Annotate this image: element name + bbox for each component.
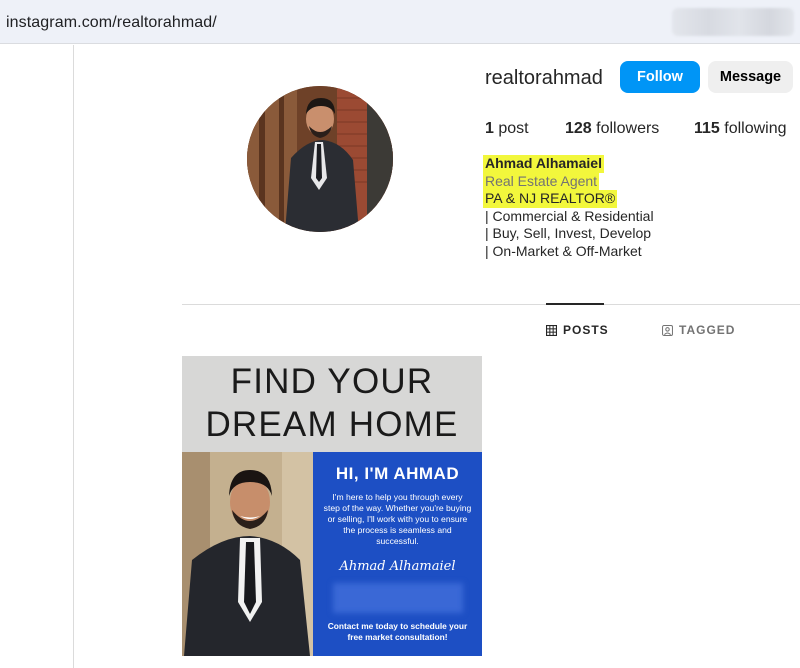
post-photo — [182, 452, 313, 656]
post-headline-line1: FIND YOUR — [230, 362, 434, 401]
profile-username: realtorahmad — [485, 67, 603, 89]
followers-label: followers — [596, 120, 660, 137]
bio-line: | On-Market & Off-Market — [485, 242, 642, 259]
posts-count-stat: 1 post — [485, 120, 529, 138]
blurred-toolbar-icons — [672, 8, 794, 36]
following-count: 115 — [694, 120, 720, 137]
following-stat[interactable]: 115 following — [694, 120, 787, 138]
post-body-text: I'm here to help you through every step … — [323, 492, 472, 546]
grid-icon — [546, 324, 557, 336]
sidebar — [0, 45, 74, 668]
profile-category: Real Estate Agent — [483, 172, 600, 191]
bio-line: | Commercial & Residential — [485, 207, 654, 224]
avatar-photo — [247, 86, 393, 232]
profile-full-name: Ahmad Alhamaiel — [483, 155, 604, 173]
bio-line: | Buy, Sell, Invest, Develop — [485, 225, 652, 242]
posts-label: post — [498, 120, 529, 137]
tabs-divider — [182, 304, 800, 305]
agent-photo — [182, 452, 313, 656]
followers-count: 128 — [565, 120, 592, 137]
post-headline-band: FIND YOUR DREAM HOME — [182, 356, 482, 452]
message-button[interactable]: Message — [708, 61, 793, 93]
bio-line: PA & NJ REALTOR® — [483, 190, 618, 208]
following-label: following — [724, 120, 787, 137]
post-greeting: HI, I'M AHMAD — [335, 464, 460, 483]
post-cta-text: Contact me today to schedule your free m… — [327, 621, 468, 642]
blurred-contact-info — [332, 583, 463, 613]
avatar[interactable] — [247, 86, 393, 232]
posts-count: 1 — [485, 120, 494, 137]
tab-tagged-label: TAGGED — [679, 323, 736, 337]
profile-bio: Ahmad Alhamaiel Real Estate Agent PA & N… — [483, 155, 654, 261]
post-info-panel: HI, I'M AHMAD I'm here to help you throu… — [313, 452, 482, 656]
post-headline-line2: DREAM HOME — [205, 405, 459, 444]
followers-stat[interactable]: 128 followers — [565, 120, 659, 138]
tab-posts[interactable]: POSTS — [546, 323, 609, 337]
tab-tagged[interactable]: TAGGED — [662, 323, 735, 337]
url-text[interactable]: instagram.com/realtorahmad/ — [6, 14, 217, 32]
active-tab-indicator — [546, 303, 604, 305]
browser-address-bar[interactable]: instagram.com/realtorahmad/ — [0, 0, 800, 44]
post-tile[interactable]: FIND YOUR DREAM HOME HI, I'M AHMAD I'm h… — [182, 356, 482, 656]
follow-button[interactable]: Follow — [620, 61, 700, 93]
post-signature: Ahmad Alhamaiel — [339, 559, 456, 574]
tagged-icon — [662, 324, 673, 336]
tab-posts-label: POSTS — [563, 323, 609, 337]
